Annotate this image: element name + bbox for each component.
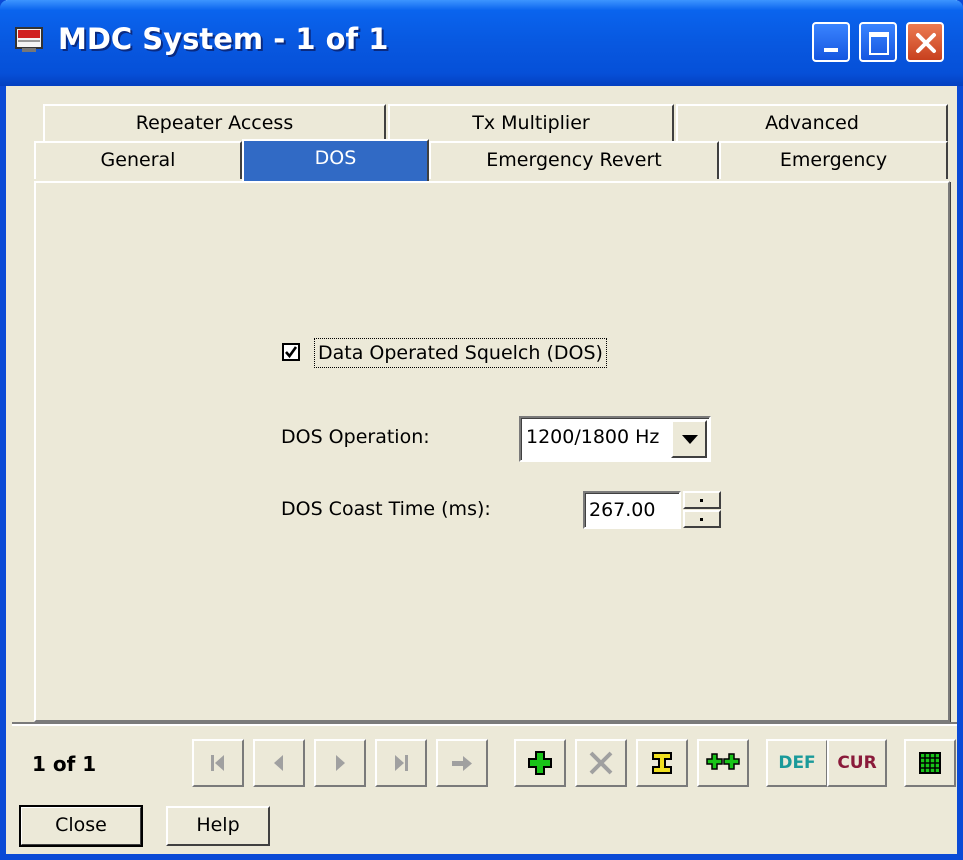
previous-record-icon — [274, 755, 283, 771]
tab-general[interactable]: General — [34, 141, 242, 179]
next-record-icon — [336, 755, 345, 771]
spreadsheet-view-icon — [919, 752, 941, 774]
insert-record-button[interactable] — [636, 739, 688, 787]
status-divider — [12, 722, 957, 726]
checkmark-icon — [285, 346, 298, 359]
default-values-button[interactable]: DEF — [766, 739, 828, 787]
tab-advanced[interactable]: Advanced — [676, 104, 948, 142]
dos-operation-select[interactable]: 1200/1800 Hz — [519, 416, 711, 462]
default-values-icon: DEF — [778, 753, 816, 773]
first-record-icon — [211, 755, 224, 771]
goto-record-button[interactable] — [436, 739, 488, 787]
dos-operation-value: 1200/1800 Hz — [526, 426, 660, 448]
duplicate-record-button[interactable] — [697, 739, 749, 787]
delete-record-icon — [589, 751, 613, 775]
dos-coast-time-value: 267.00 — [589, 499, 656, 521]
tab-repeater-access[interactable]: Repeater Access — [43, 104, 386, 142]
current-values-button[interactable]: CUR — [827, 739, 887, 787]
current-values-icon: CUR — [837, 753, 877, 773]
tab-tx-multiplier[interactable]: Tx Multiplier — [388, 104, 674, 142]
mdc-system-window: MDC System - 1 of 1 Repeater Access Tx M… — [0, 0, 963, 860]
add-record-icon — [528, 751, 552, 775]
duplicate-record-icon — [706, 753, 740, 770]
next-record-button[interactable] — [314, 739, 366, 787]
app-doc-icon — [15, 27, 43, 52]
minimize-button[interactable] — [812, 22, 850, 62]
dropdown-arrow-icon[interactable] — [671, 420, 707, 458]
title-bar[interactable]: MDC System - 1 of 1 — [0, 0, 963, 86]
dos-operation-label: DOS Operation: — [281, 426, 430, 448]
dos-checkbox-label[interactable]: Data Operated Squelch (DOS) — [314, 338, 607, 368]
dos-checkbox[interactable] — [282, 343, 300, 361]
spin-down-button[interactable] — [683, 510, 721, 528]
dos-tab-panel — [34, 181, 950, 722]
insert-record-icon — [652, 752, 672, 774]
add-record-button[interactable] — [514, 739, 566, 787]
tab-emergency[interactable]: Emergency — [719, 141, 948, 179]
maximize-button[interactable] — [859, 22, 897, 62]
help-button[interactable]: Help — [166, 806, 270, 846]
delete-record-button[interactable] — [575, 739, 627, 787]
close-window-button[interactable] — [906, 22, 944, 62]
tab-dos[interactable]: DOS — [242, 139, 429, 181]
first-record-button[interactable] — [192, 739, 244, 787]
dos-coast-time-input[interactable]: 267.00 — [583, 491, 681, 529]
goto-record-icon — [452, 756, 472, 771]
spin-up-button[interactable] — [683, 491, 721, 509]
spreadsheet-view-button[interactable] — [904, 739, 956, 787]
last-record-button[interactable] — [375, 739, 427, 787]
dos-coast-time-label: DOS Coast Time (ms): — [281, 498, 491, 520]
last-record-icon — [395, 755, 408, 771]
tab-emergency-revert[interactable]: Emergency Revert — [429, 141, 719, 179]
window-title: MDC System - 1 of 1 — [58, 22, 389, 56]
previous-record-button[interactable] — [253, 739, 305, 787]
record-count: 1 of 1 — [32, 752, 97, 776]
close-button[interactable]: Close — [19, 805, 143, 847]
close-icon — [916, 33, 936, 53]
